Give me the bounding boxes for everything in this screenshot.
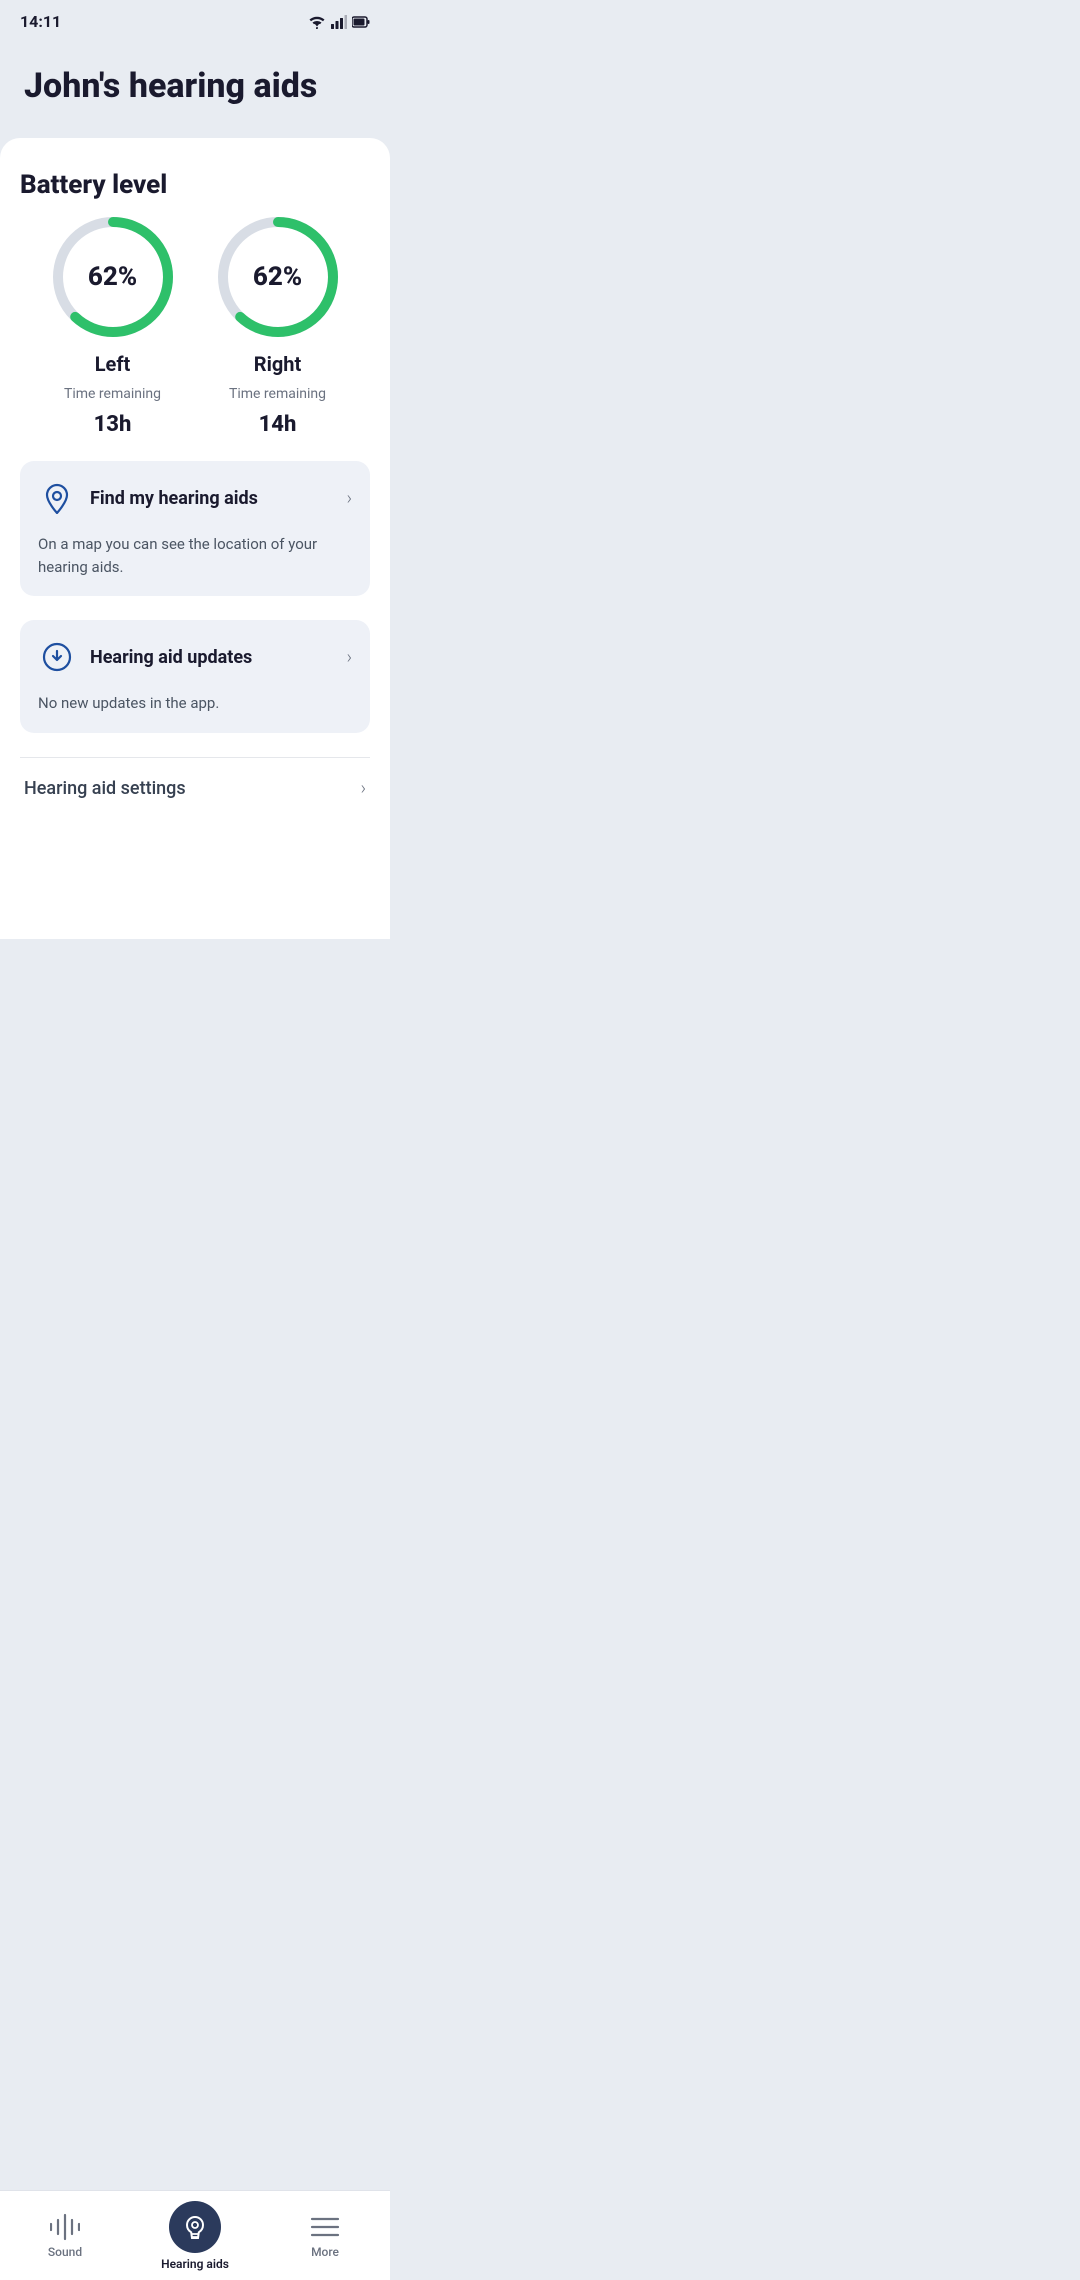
battery-icon	[352, 15, 370, 29]
download-icon	[38, 638, 76, 676]
settings-row-label: Hearing aid settings	[24, 778, 186, 799]
more-nav-icon	[299, 2213, 351, 2241]
battery-left-time: 13h	[94, 412, 132, 437]
battery-left-label: Left	[95, 352, 131, 376]
find-card-description: On a map you can see the location of you…	[20, 533, 370, 596]
updates-card-header[interactable]: Hearing aid updates ›	[20, 620, 370, 692]
find-hearing-aids-card[interactable]: Find my hearing aids › On a map you can …	[20, 461, 370, 596]
main-card: Battery level 62% Left Time remaining 13…	[0, 138, 390, 939]
status-bar: 14:11	[0, 0, 390, 39]
status-icons	[308, 15, 370, 29]
page-title: John's hearing aids	[24, 67, 366, 106]
battery-row: 62% Left Time remaining 13h 62% Right Ti…	[20, 212, 370, 437]
updates-card-description: No new updates in the app.	[20, 692, 370, 733]
settings-row[interactable]: Hearing aid settings ›	[20, 757, 370, 819]
hearing-aids-nav-label: Hearing aids	[161, 2257, 229, 2271]
battery-left: 62% Left Time remaining 13h	[48, 212, 178, 437]
hearing-aids-nav-icon-bg	[169, 2201, 221, 2253]
location-icon	[38, 479, 76, 517]
battery-left-remaining: Time remaining	[64, 386, 161, 402]
battery-right-label: Right	[254, 352, 302, 376]
find-card-title: Find my hearing aids	[90, 488, 258, 509]
battery-left-percent: 62%	[88, 262, 137, 292]
nav-item-hearing-aids[interactable]: Hearing aids	[130, 2191, 260, 2271]
battery-right-time: 14h	[259, 412, 297, 437]
more-nav-label: More	[311, 2245, 339, 2259]
battery-right: 62% Right Time remaining 14h	[213, 212, 343, 437]
updates-card[interactable]: Hearing aid updates › No new updates in …	[20, 620, 370, 733]
sound-nav-label: Sound	[48, 2245, 82, 2259]
nav-item-sound[interactable]: Sound	[0, 2203, 130, 2259]
battery-left-circle: 62%	[48, 212, 178, 342]
battery-section-title: Battery level	[20, 170, 370, 200]
battery-right-circle: 62%	[213, 212, 343, 342]
settings-chevron: ›	[361, 778, 366, 799]
battery-right-remaining: Time remaining	[229, 386, 326, 402]
signal-icon	[331, 15, 347, 29]
sound-nav-icon	[39, 2213, 91, 2241]
bottom-nav: Sound Hearing aids More	[0, 2190, 390, 2280]
battery-right-percent: 62%	[253, 262, 302, 292]
updates-card-title: Hearing aid updates	[90, 647, 252, 668]
battery-section: Battery level 62% Left Time remaining 13…	[20, 170, 370, 437]
find-card-chevron: ›	[347, 488, 352, 509]
status-time: 14:11	[20, 12, 61, 31]
find-card-header[interactable]: Find my hearing aids ›	[20, 461, 370, 533]
nav-item-more[interactable]: More	[260, 2203, 390, 2259]
updates-card-chevron: ›	[347, 647, 352, 668]
wifi-icon	[308, 15, 326, 29]
page-header: John's hearing aids	[0, 39, 390, 138]
